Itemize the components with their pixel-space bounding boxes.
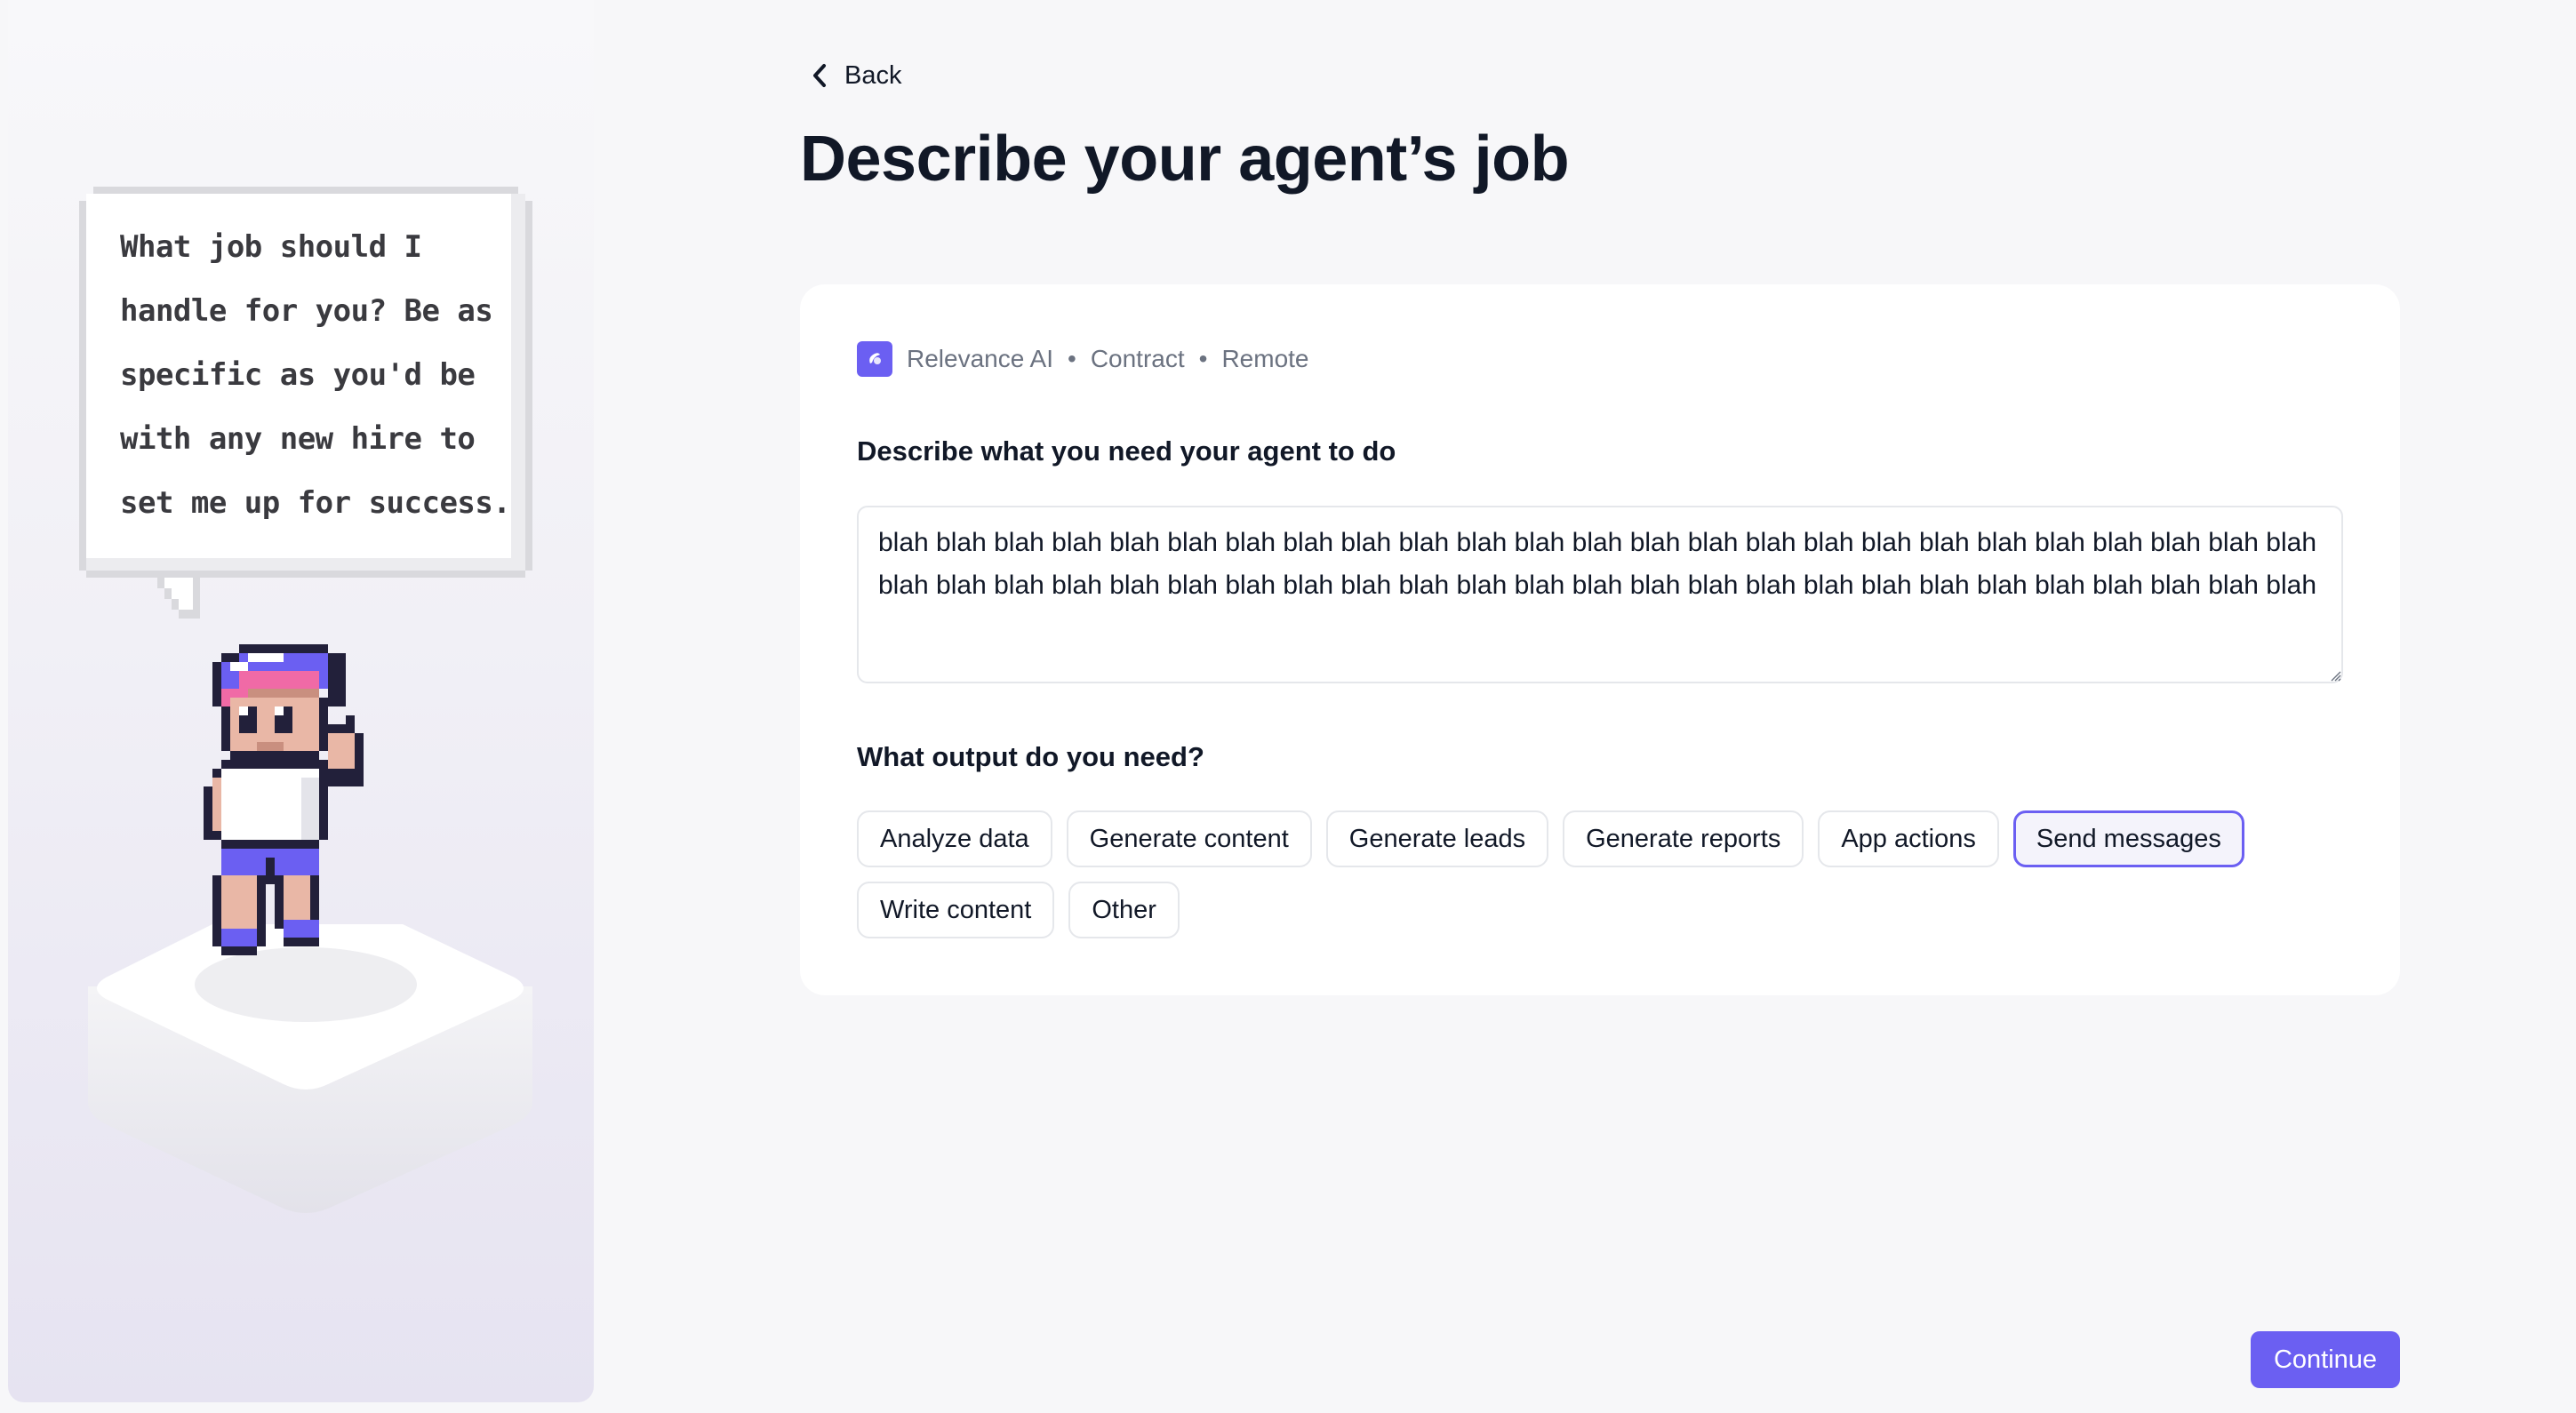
output-options: Analyze data Generate content Generate l… <box>857 810 2368 953</box>
relevance-ai-logo-icon <box>857 341 892 377</box>
back-label: Back <box>844 60 902 90</box>
back-link[interactable]: Back <box>811 53 901 98</box>
meta-separator: • <box>1198 345 1208 372</box>
output-option-send-messages[interactable]: Send messages <box>2012 810 2244 867</box>
meta-separator: • <box>1068 345 1076 372</box>
job-meta: Relevance AI • Contract • Remote <box>857 341 1309 377</box>
chevron-left-icon <box>811 62 828 89</box>
continue-button[interactable]: Continue <box>2251 1331 2400 1388</box>
output-options-row: Write content Other <box>857 882 2368 938</box>
output-options-row: Analyze data Generate content Generate l… <box>857 810 2368 867</box>
page-title: Describe your agent’s job <box>800 124 1570 195</box>
output-option-write-content[interactable]: Write content <box>857 882 1055 938</box>
output-option-generate-content[interactable]: Generate content <box>1066 810 1312 867</box>
output-option-other[interactable]: Other <box>1068 882 1180 938</box>
pixel-agent-character <box>204 644 364 955</box>
output-label: What output do you need? <box>857 741 1204 772</box>
job-location: Remote <box>1221 345 1309 372</box>
assistant-illustration-panel: What job should I handle for you? Be as … <box>8 0 594 1402</box>
job-description-card: Relevance AI • Contract • Remote Describ… <box>800 284 2400 995</box>
speech-bubble: What job should I handle for you? Be as … <box>79 187 532 640</box>
describe-label: Describe what you need your agent to do <box>857 435 1396 467</box>
agent-job-description-input[interactable]: blah blah blah blah blah blah blah blah … <box>857 506 2343 683</box>
resize-handle-icon[interactable] <box>2331 671 2341 682</box>
output-option-analyze-data[interactable]: Analyze data <box>857 810 1052 867</box>
output-option-app-actions[interactable]: App actions <box>1818 810 1999 867</box>
output-option-generate-leads[interactable]: Generate leads <box>1325 810 1549 867</box>
output-option-generate-reports[interactable]: Generate reports <box>1563 810 1804 867</box>
job-company: Relevance AI <box>907 345 1053 372</box>
assistant-speech-text: What job should I handle for you? Be as … <box>120 229 511 521</box>
job-type: Contract <box>1090 345 1185 372</box>
